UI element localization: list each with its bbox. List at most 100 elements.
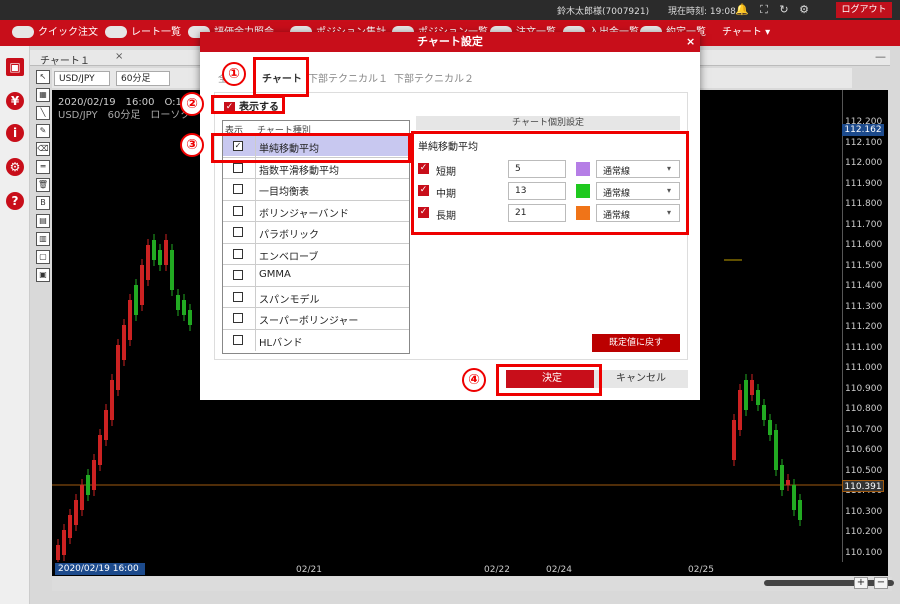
column-divider (255, 308, 256, 329)
window-icon[interactable]: ▢ (36, 250, 50, 264)
date-label: 02/22 (484, 565, 510, 575)
yen-icon[interactable]: ¥ (6, 92, 24, 110)
candle-body (744, 380, 748, 410)
candle-body (158, 250, 162, 265)
price-label: 111.900 (845, 178, 883, 189)
indicator-name: 一目均衡表 (259, 187, 309, 198)
candle-body (798, 500, 802, 520)
candle-body (188, 310, 192, 325)
indicator-checkbox[interactable] (233, 205, 243, 216)
zoom-in-button[interactable]: + (854, 577, 868, 589)
menu-rate-list[interactable]: レート一覧 (105, 26, 181, 40)
interval-select[interactable]: 60分足 (116, 71, 170, 86)
candle-body (786, 480, 790, 485)
zoom-out-button[interactable]: − (874, 577, 888, 589)
candle-body (170, 250, 174, 290)
menu-quick-order[interactable]: クイック注文 (12, 26, 98, 40)
cursor-date-tag: 2020/02/19 16:00 (55, 563, 145, 575)
indicator-row[interactable]: スパンモデル (223, 285, 409, 308)
indicator-row[interactable]: GMMA (223, 264, 409, 286)
fullscreen-icon[interactable]: ⛶ (757, 3, 771, 17)
indicator-checkbox[interactable] (233, 291, 243, 302)
help-icon[interactable]: ? (6, 192, 24, 210)
toggle-icon[interactable] (105, 26, 127, 38)
trash-icon[interactable]: 🗑 (36, 178, 50, 192)
candle-body (780, 465, 784, 490)
price-label: 111.200 (845, 322, 883, 332)
export-icon[interactable]: ▣ (36, 268, 50, 282)
price-label: 111.800 (845, 199, 883, 209)
symbol-select[interactable]: USD/JPY (54, 71, 110, 86)
price-label: 110.500 (845, 465, 883, 476)
indicator-checkbox[interactable] (233, 162, 243, 173)
candle-body (164, 240, 168, 265)
chart-type-icon[interactable]: ▦ (36, 88, 50, 102)
candle-body (122, 325, 126, 360)
minimize-icon[interactable]: — (875, 50, 886, 63)
indicator-name: HLバンド (259, 337, 303, 349)
chart-scrollbar[interactable]: + − (52, 577, 894, 591)
menu-chart[interactable]: チャート ▾ (722, 26, 770, 40)
price-label: 111.000 (845, 363, 883, 373)
indicator-name: パラボリック (259, 230, 319, 241)
date-label: 02/24 (546, 565, 572, 575)
indicator-checkbox[interactable] (233, 334, 243, 345)
trendline-icon[interactable]: ╲ (36, 106, 50, 120)
clock: 現在時刻: 19:08 (668, 7, 736, 17)
tab-lower-technical-1[interactable]: 下部テクニカル１ (308, 70, 388, 85)
indicator-row[interactable]: ボリンジャーバンド (223, 199, 409, 222)
eraser-icon[interactable]: ⌫ (36, 142, 50, 156)
step-badge-1: ① (222, 62, 246, 86)
price-label: 110.200 (845, 527, 883, 537)
close-icon[interactable]: × (686, 35, 695, 48)
column-divider (255, 200, 256, 222)
candle-body (86, 475, 90, 495)
layout-icon[interactable]: ▥ (36, 232, 50, 246)
left-sidebar: ▣ ¥ i ⚙ ? (0, 46, 30, 604)
indicator-row[interactable]: エンベローブ (223, 242, 409, 265)
toggle-icon[interactable] (12, 26, 34, 38)
indicator-checkbox[interactable] (233, 227, 243, 237)
cancel-button[interactable]: キャンセル (594, 370, 688, 388)
settings-icon[interactable]: ⚙ (6, 158, 24, 176)
bid-ask-icon[interactable]: B (36, 196, 50, 210)
drawing-tools: ↖ ▦ ╲ ✎ ⌫ ═ 🗑 B ▤ ▥ ▢ ▣ (34, 68, 52, 298)
indicator-row[interactable]: HLバンド (223, 328, 409, 351)
logout-button[interactable]: ログアウト (836, 2, 892, 18)
highlight-sma-row (211, 133, 411, 163)
bell-icon[interactable]: 🔔 (735, 3, 749, 17)
column-divider (255, 265, 256, 286)
highlight-chart-tab (253, 57, 309, 97)
candle-body (68, 515, 72, 538)
highlight-show-checkbox (211, 95, 285, 114)
save-icon[interactable]: ▣ (6, 58, 24, 76)
grid-icon[interactable]: ▤ (36, 214, 50, 228)
detail-header: チャート個別設定 (416, 116, 680, 130)
info-icon[interactable]: i (6, 124, 24, 142)
hline-icon[interactable]: ═ (36, 160, 50, 174)
indicator-checkbox[interactable] (233, 313, 243, 323)
tab-lower-technical-2[interactable]: 下部テクニカル２ (394, 70, 474, 85)
indicator-checkbox[interactable] (233, 248, 243, 259)
candle-body (104, 410, 108, 440)
price-label: 112.000 (845, 158, 883, 168)
cursor-tool-icon[interactable]: ↖ (36, 70, 50, 84)
pen-icon[interactable]: ✎ (36, 124, 50, 138)
price-label: 110.300 (845, 506, 883, 517)
status-bar: 鈴木太郎様(7007921) 現在時刻: 19:08 🔔 ⛶ ↻ ⚙ ログアウト (0, 0, 900, 20)
indicator-row[interactable]: パラボリック (223, 221, 409, 243)
indicator-row[interactable]: スーパーボリンジャー (223, 307, 409, 329)
price-label: 111.300 (845, 301, 883, 312)
indicator-checkbox[interactable] (233, 184, 243, 194)
reset-defaults-button[interactable]: 既定値に戻す (592, 334, 680, 352)
candle-body (128, 300, 132, 340)
indicator-row[interactable]: 一目均衡表 (223, 178, 409, 200)
candle-body (152, 240, 156, 260)
column-divider (255, 286, 256, 308)
indicator-checkbox[interactable] (233, 270, 243, 280)
refresh-icon[interactable]: ↻ (777, 3, 791, 17)
close-tab-icon[interactable]: × (115, 51, 123, 62)
gear-icon[interactable]: ⚙ (797, 3, 811, 17)
candle-body (56, 545, 60, 560)
price-label: 112.100 (845, 137, 883, 148)
